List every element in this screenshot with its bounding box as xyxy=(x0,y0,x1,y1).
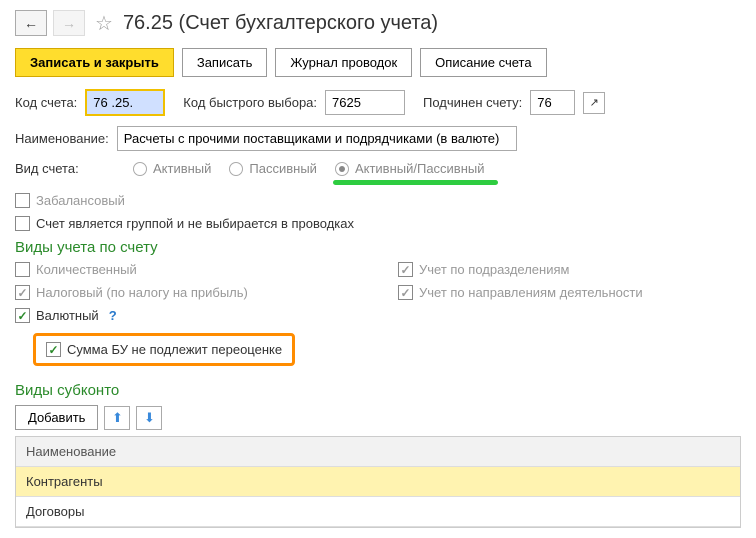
highlight-underline xyxy=(333,180,498,185)
code-label: Код счета: xyxy=(15,95,77,110)
currency-label: Валютный xyxy=(36,308,99,323)
radio-icon xyxy=(335,162,349,176)
table-row[interactable]: Договоры xyxy=(16,497,740,527)
qty-label: Количественный xyxy=(36,262,137,277)
radio-passive[interactable]: Пассивный xyxy=(229,161,317,176)
move-down-button[interactable]: ⬇ xyxy=(136,406,162,430)
help-icon[interactable]: ? xyxy=(109,308,117,323)
directions-checkbox[interactable] xyxy=(398,285,413,300)
offbalance-checkbox[interactable] xyxy=(15,193,30,208)
subkonto-section: Виды субконто xyxy=(15,382,741,399)
divisions-checkbox[interactable] xyxy=(398,262,413,277)
radio-active-passive[interactable]: Активный/Пассивный xyxy=(335,161,485,176)
move-up-button[interactable]: ⬆ xyxy=(104,406,130,430)
qty-checkbox[interactable] xyxy=(15,262,30,277)
divisions-label: Учет по подразделениям xyxy=(419,262,569,277)
add-subkonto-button[interactable]: Добавить xyxy=(15,405,98,430)
save-button[interactable]: Записать xyxy=(182,48,268,77)
account-type-label: Вид счета: xyxy=(15,161,115,176)
description-button[interactable]: Описание счета xyxy=(420,48,546,77)
save-and-close-button[interactable]: Записать и закрыть xyxy=(15,48,174,77)
highlighted-option: Сумма БУ не подлежит переоценке xyxy=(33,333,295,366)
radio-icon xyxy=(229,162,243,176)
table-row[interactable]: Контрагенты xyxy=(16,467,740,497)
journal-button[interactable]: Журнал проводок xyxy=(275,48,412,77)
is-group-checkbox[interactable] xyxy=(15,216,30,231)
open-parent-button[interactable]: ↗ xyxy=(583,92,605,114)
is-group-label: Счет является группой и не выбирается в … xyxy=(36,216,354,231)
directions-label: Учет по направлениям деятельности xyxy=(419,285,643,300)
code-input[interactable] xyxy=(85,89,165,116)
offbalance-label: Забалансовый xyxy=(36,193,125,208)
name-input[interactable] xyxy=(117,126,517,151)
parent-input[interactable] xyxy=(530,90,575,115)
favorite-star-icon[interactable]: ☆ xyxy=(95,11,113,36)
tax-label: Налоговый (по налогу на прибыль) xyxy=(36,285,248,300)
quick-code-input[interactable] xyxy=(325,90,405,115)
quick-code-label: Код быстрого выбора: xyxy=(183,95,317,110)
table-header: Наименование xyxy=(16,437,740,467)
back-button[interactable]: ← xyxy=(15,10,47,36)
no-reval-label: Сумма БУ не подлежит переоценке xyxy=(67,342,282,357)
accounting-types-section: Виды учета по счету xyxy=(15,239,741,256)
radio-icon xyxy=(133,162,147,176)
radio-active[interactable]: Активный xyxy=(133,161,211,176)
no-reval-checkbox[interactable] xyxy=(46,342,61,357)
currency-checkbox[interactable] xyxy=(15,308,30,323)
parent-label: Подчинен счету: xyxy=(423,95,522,110)
forward-button[interactable]: → xyxy=(53,10,85,36)
page-title: 76.25 (Счет бухгалтерского учета) xyxy=(123,12,438,35)
tax-checkbox[interactable] xyxy=(15,285,30,300)
name-label: Наименование: xyxy=(15,131,109,146)
subkonto-table: Наименование Контрагенты Договоры xyxy=(15,436,741,528)
